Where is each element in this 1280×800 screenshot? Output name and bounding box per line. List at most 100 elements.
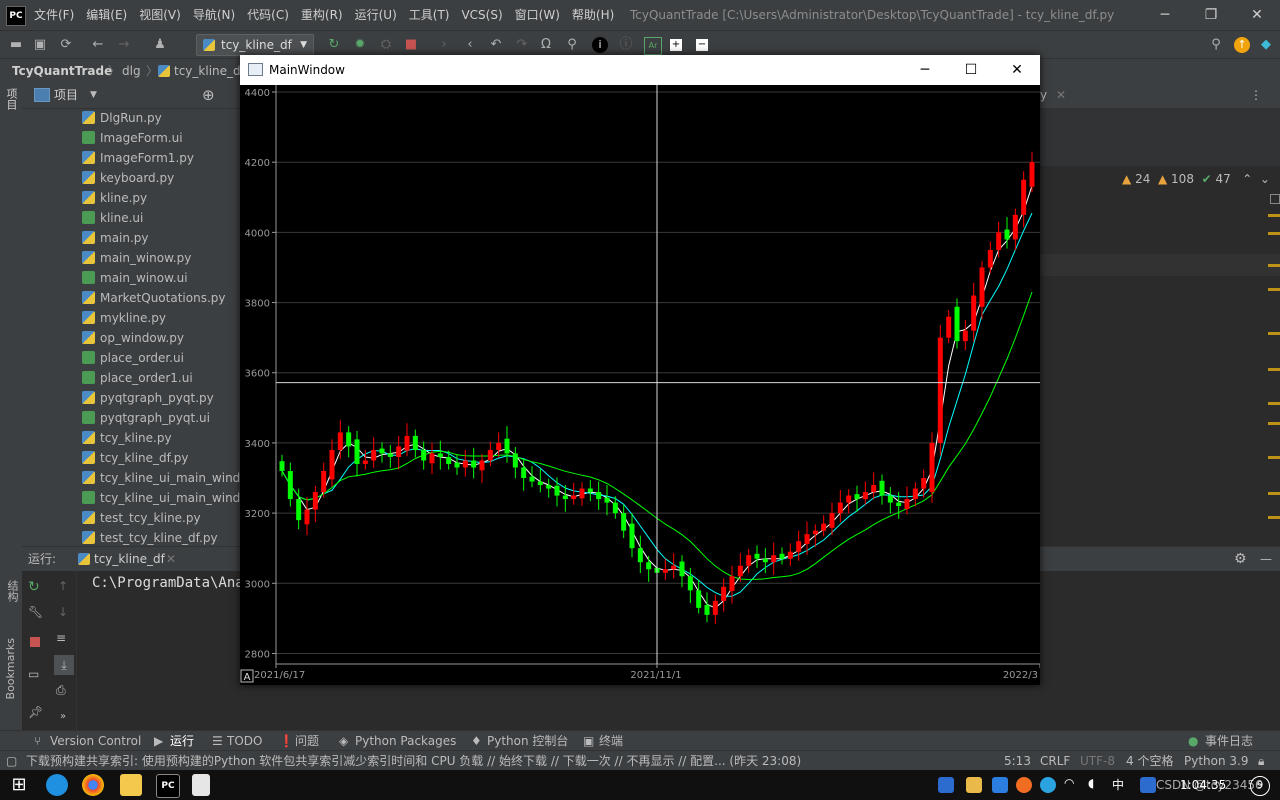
windows-start-icon[interactable]: ⊞ [8,774,30,796]
file-tree-item[interactable]: test_tcy_kline.py [82,508,201,528]
locate-icon[interactable]: ⊕ [202,82,215,108]
close-icon[interactable]: ✕ [994,55,1040,85]
wifi-icon[interactable]: ◠ [1064,776,1080,792]
more-tabs-icon[interactable]: ⋮ [1250,82,1262,108]
debug-icon[interactable]: ✹ [352,37,368,53]
file-tree-item[interactable]: ImageForm1.py [82,148,194,168]
scroll-up-icon[interactable]: ↑ [58,579,68,593]
wrench-icon[interactable]: 🔧︎ [28,605,43,619]
menu-item[interactable]: 文件(F) [34,0,74,30]
menu-item[interactable]: 窗口(W) [515,0,560,30]
tab-event-log[interactable]: 事件日志 [1205,731,1253,751]
shield-icon[interactable] [992,777,1008,793]
tray-app-icon[interactable] [966,777,982,793]
restore-icon[interactable]: ❐ [1188,0,1234,30]
ime-indicator[interactable]: 中 [1112,770,1124,800]
file-tree-item[interactable]: mykline.py [82,308,166,328]
notification-center-icon[interactable]: 9 [1250,776,1270,796]
coverage-icon[interactable]: ⛭ [378,37,394,53]
stop-icon[interactable]: ■ [403,37,419,53]
tab-python-console[interactable]: Python 控制台 [487,731,568,751]
console-output[interactable]: C:\ProgramData\Anaco [92,575,261,591]
file-tree-item[interactable]: tcy_kline_df.py [82,448,189,468]
search-tray-icon[interactable] [1016,777,1032,793]
find-usages-icon[interactable]: Ω [538,37,554,53]
structure-tool-tab[interactable]: 结构 [4,580,20,602]
tab-python-packages[interactable]: Python Packages [355,731,456,751]
run-config-selector[interactable]: tcy_kline_df ▼ [196,34,314,56]
file-tree-item[interactable]: main_winow.ui [82,268,188,288]
python-interpreter[interactable]: Python 3.9 [1184,751,1249,771]
plugin-icon[interactable]: ◆ [1258,37,1274,53]
stop-icon[interactable] [30,637,40,647]
chevron-down-icon[interactable]: ▼ [90,82,97,108]
file-tree-item[interactable]: main_winow.py [82,248,191,268]
tab-run[interactable]: 运行 [170,731,194,751]
search-everywhere-icon[interactable]: ⚲ [1208,37,1224,53]
line-separator[interactable]: CRLF [1040,751,1070,771]
help-icon[interactable]: ⓘ [618,37,634,53]
undo-icon[interactable]: ↶ [488,37,504,53]
tray-app-icon[interactable] [938,777,954,793]
breadcrumb-project[interactable]: TcyQuantTrade [12,59,112,83]
pin-icon[interactable]: 📌︎ [28,705,43,719]
settings-gear-icon[interactable]: ⚙ [1234,547,1247,571]
breadcrumb-folder[interactable]: dlg [122,59,141,83]
status-message[interactable]: 下载预构建共享索引: 使用预构建的Python 软件包共享索引减少索引时间和 C… [26,751,801,771]
info-icon[interactable]: i [592,37,608,53]
rerun-icon[interactable]: ↻ [326,37,342,53]
print-icon[interactable]: ⎙ [56,683,66,698]
redo-icon[interactable]: ↷ [514,37,530,53]
user-icon[interactable]: ♟ [152,37,168,53]
tab-version-control[interactable]: Version Control [50,731,141,751]
menu-item[interactable]: 编辑(E) [86,0,127,30]
expand-icon[interactable]: + [670,39,682,51]
sync-icon[interactable]: ⟳ [58,37,74,53]
file-tree-item[interactable]: ImageForm.ui [82,128,183,148]
edge-browser-icon[interactable] [46,774,68,796]
editor-tab-label[interactable]: y [1040,82,1047,108]
search-icon[interactable]: ⚲ [564,37,580,53]
close-tab-icon[interactable]: ✕ [1056,82,1066,108]
hide-panel-icon[interactable]: — [1260,547,1272,571]
save-icon[interactable]: ▣ [32,37,48,53]
main-window-titlebar[interactable]: MainWindow ─ ☐ ✕ [240,55,1040,85]
file-tree-item[interactable]: place_order.ui [82,348,184,368]
file-tree-item[interactable]: test_tcy_kline_df.py [82,528,218,548]
menu-item[interactable]: 重构(R) [301,0,343,30]
terminal-icon[interactable]: Ar [644,37,662,55]
indent-setting[interactable]: 4 个空格 [1126,751,1173,771]
file-tree-item[interactable]: tcy_kline_ui_main_window [82,488,257,508]
tab-terminal[interactable]: 终端 [599,731,623,751]
project-panel-title[interactable]: 项目 [54,82,78,108]
rerun-icon[interactable]: ↻ [28,579,40,595]
chevron-up-icon[interactable]: ⌃ [1242,172,1252,186]
menu-item[interactable]: VCS(S) [461,0,502,30]
maximize-icon[interactable]: ☐ [948,55,994,85]
scroll-down-icon[interactable]: ↓ [58,605,68,619]
caret-position[interactable]: 5:13 [1004,751,1031,771]
menu-item[interactable]: 帮助(H) [572,0,614,30]
autorange-button[interactable]: A [240,669,254,683]
lock-icon[interactable]: 🔒︎ [1258,751,1264,771]
tab-todo[interactable]: TODO [227,731,262,751]
tab-problems[interactable]: 问题 [295,731,319,751]
clock[interactable]: 1:04:35 [1180,770,1226,800]
scroll-to-end-icon[interactable]: ⤓ [54,655,74,675]
toggle-tool-windows-icon[interactable]: ▢ [6,751,17,771]
minimize-icon[interactable]: ─ [902,55,948,85]
file-tree-item[interactable]: keyboard.py [82,168,174,188]
collapse-icon[interactable]: − [696,39,708,51]
app-icon[interactable] [120,774,142,796]
minimize-icon[interactable]: ─ [1142,0,1188,30]
menu-item[interactable]: 工具(T) [409,0,450,30]
menu-item[interactable]: 代码(C) [247,0,289,30]
run-tab-label[interactable]: tcy_kline_df [94,547,165,571]
open-folder-icon[interactable]: ▬ [8,37,24,53]
file-tree-item[interactable]: kline.py [82,188,147,208]
file-tree-item[interactable]: MarketQuotations.py [82,288,225,308]
chrome-icon[interactable] [82,774,104,796]
more-actions-icon[interactable]: » [60,711,66,722]
soft-wrap-icon[interactable]: ≡ [56,631,66,645]
update-icon[interactable]: ↑ [1234,37,1250,53]
